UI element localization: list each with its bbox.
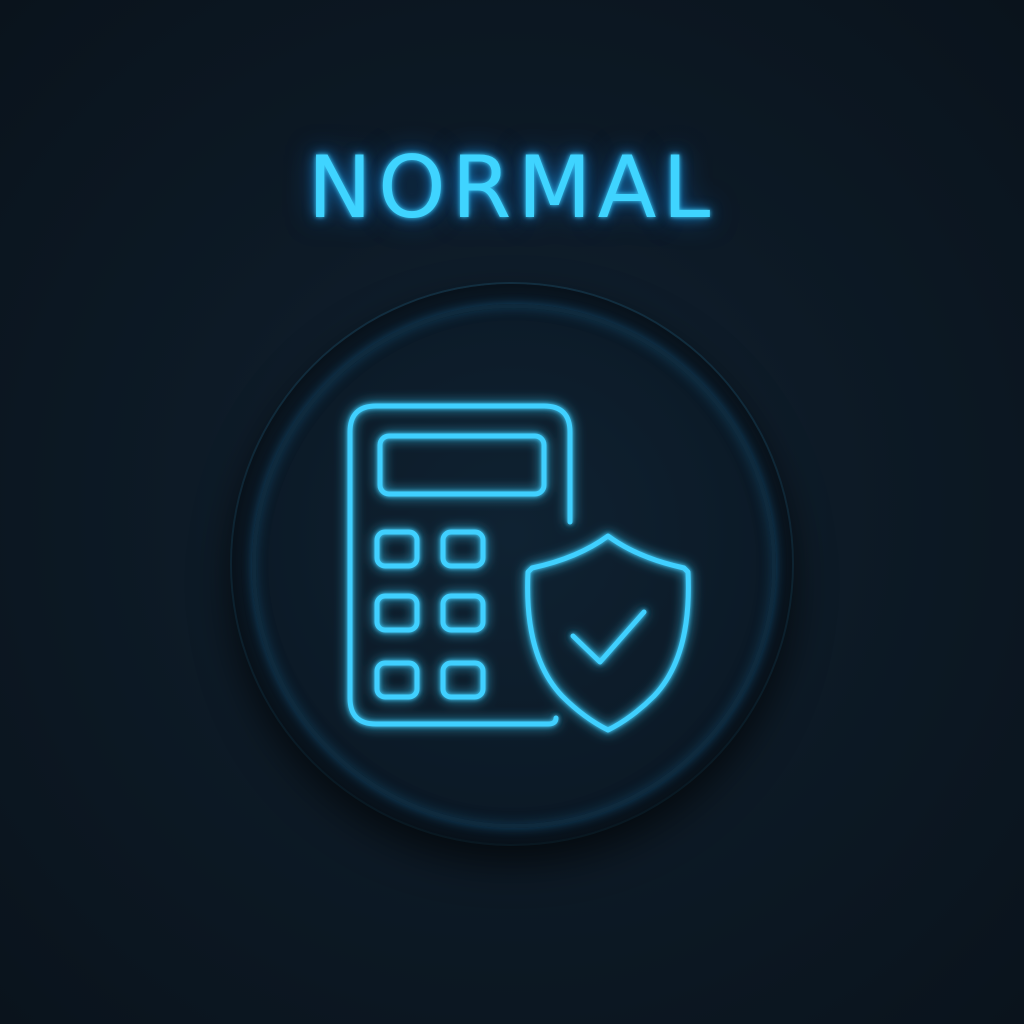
mode-button[interactable]	[232, 284, 792, 844]
button-ring	[252, 304, 776, 828]
status-label: NORMAL	[307, 138, 717, 238]
